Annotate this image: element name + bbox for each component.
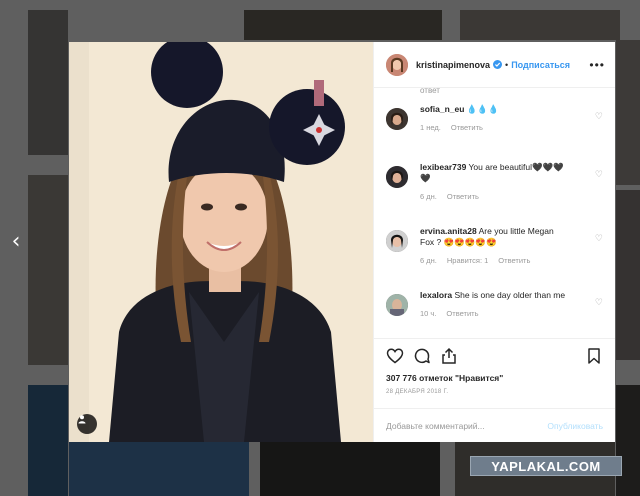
- comment-input[interactable]: [386, 420, 548, 431]
- publish-button[interactable]: Опубликовать: [547, 421, 603, 431]
- comment-item: sofia_n_eu 💧💧💧 1 нед. Ответить ♡: [386, 104, 603, 156]
- avatar[interactable]: [386, 166, 408, 188]
- avatar[interactable]: [386, 53, 408, 76]
- comment-time[interactable]: 1 нед.: [420, 123, 441, 132]
- comment-likes[interactable]: Нравится: 1: [447, 256, 488, 265]
- comments-list[interactable]: ответ sofia_n_eu 💧💧💧 1 нед. Ответить ♡ le…: [374, 88, 615, 338]
- comment-username[interactable]: lexalora: [420, 290, 452, 300]
- post-photo-illustration: [69, 42, 373, 442]
- comment-item: lexibear739 You are beautiful🖤🖤🖤🖤 6 дн. О…: [386, 162, 603, 222]
- comment-icon[interactable]: [413, 347, 431, 365]
- likes-count[interactable]: 307 776 отметок "Нравится": [386, 373, 603, 383]
- comment-username[interactable]: lexibear739: [420, 162, 466, 172]
- comment-time[interactable]: 10 ч.: [420, 309, 436, 318]
- reply-button[interactable]: Ответить: [446, 309, 478, 318]
- post-modal: kristinapimenova • Подписаться ••• ответ…: [69, 42, 615, 442]
- avatar[interactable]: [386, 108, 408, 130]
- chevron-left-icon[interactable]: ‹: [6, 228, 26, 256]
- reply-button[interactable]: Ответить: [447, 192, 479, 201]
- verified-icon: [493, 60, 503, 69]
- add-comment-bar: Опубликовать: [374, 408, 615, 442]
- username[interactable]: kristinapimenova: [416, 60, 490, 70]
- heart-icon[interactable]: ♡: [595, 170, 603, 180]
- follow-button[interactable]: Подписаться: [511, 60, 570, 70]
- separator-dot: •: [505, 59, 509, 70]
- comment-text: She is one day older than me: [454, 290, 566, 300]
- heart-icon[interactable]: ♡: [595, 298, 603, 308]
- watermark: YAPLAKAL.COM: [470, 456, 622, 476]
- avatar[interactable]: [386, 294, 408, 316]
- truncated-text: ответ: [420, 88, 440, 95]
- post-header: kristinapimenova • Подписаться •••: [374, 42, 615, 88]
- bookmark-icon[interactable]: [585, 347, 603, 365]
- avatar[interactable]: [386, 230, 408, 252]
- comment-text: 💧💧💧: [466, 104, 499, 114]
- post-photo[interactable]: [69, 42, 373, 442]
- comment-time[interactable]: 6 дн.: [420, 256, 437, 265]
- post-date[interactable]: 28 ДЕКАБРЯ 2018 Г.: [386, 389, 603, 395]
- comment-username[interactable]: ervina.anita28: [420, 226, 477, 236]
- comment-item: ervina.anita28 Are you little Megan Fox …: [386, 226, 603, 288]
- user-tag-icon[interactable]: [77, 414, 97, 434]
- more-options-button[interactable]: •••: [589, 58, 605, 72]
- comment-time[interactable]: 6 дн.: [420, 192, 437, 201]
- heart-icon[interactable]: [386, 347, 404, 365]
- post-actions: 307 776 отметок "Нравится" 28 ДЕКАБРЯ 20…: [374, 338, 615, 408]
- post-sidebar: kristinapimenova • Подписаться ••• ответ…: [373, 42, 615, 442]
- heart-icon[interactable]: ♡: [595, 112, 603, 122]
- reply-button[interactable]: Ответить: [498, 256, 530, 265]
- comment-item: lexalora She is one day older than me 10…: [386, 290, 603, 338]
- comment-username[interactable]: sofia_n_eu: [420, 104, 464, 114]
- reply-button[interactable]: Ответить: [451, 123, 483, 132]
- heart-icon[interactable]: ♡: [595, 234, 603, 244]
- share-icon[interactable]: [440, 347, 458, 365]
